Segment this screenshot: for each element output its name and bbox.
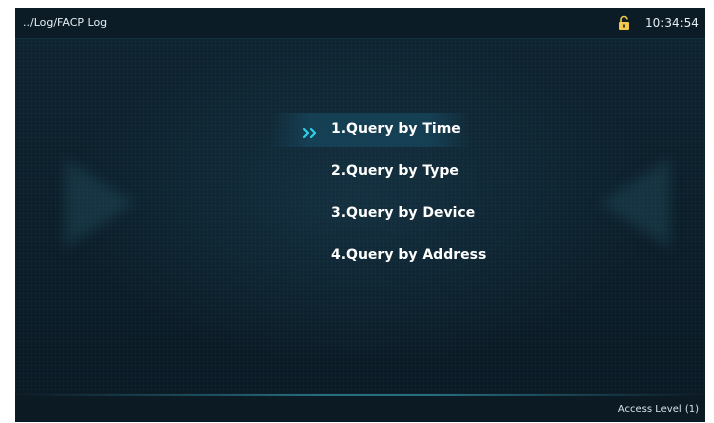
menu-item-label: 4.Query by Address [331, 247, 487, 263]
menu-item-label: 1.Query by Time [331, 121, 461, 137]
menu-item-query-by-device[interactable]: 3.Query by Device [270, 197, 475, 231]
status-bar-divider [15, 394, 705, 396]
menu-item-label: 3.Query by Device [331, 205, 476, 221]
facp-screen: ../Log/FACP Log 10:34:54 1.Query by Time… [15, 8, 705, 422]
menu-item-label: 2.Query by Type [331, 163, 459, 179]
double-chevron-right-icon [302, 124, 320, 139]
menu-item-query-by-address[interactable]: 4.Query by Address [270, 239, 486, 273]
access-level-indicator: Access Level (1) [617, 404, 699, 415]
status-bar: Access Level (1) [15, 394, 705, 422]
query-menu: 1.Query by Time 2.Query by Type 3.Query … [15, 8, 705, 422]
menu-item-query-by-type[interactable]: 2.Query by Type [270, 155, 470, 189]
menu-item-query-by-time[interactable]: 1.Query by Time [270, 113, 470, 147]
